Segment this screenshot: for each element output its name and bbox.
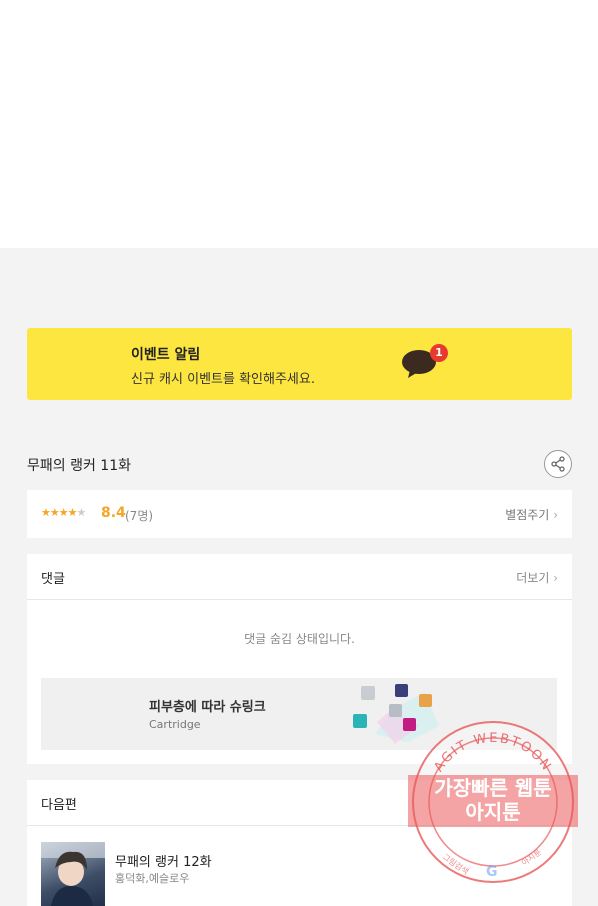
rate-button[interactable]: 별점주기 › [505, 506, 558, 523]
character-illustration [41, 842, 105, 906]
share-button[interactable] [544, 450, 572, 478]
event-description: 신규 캐시 이벤트를 확인해주세요. [131, 372, 315, 387]
cartridge-product-image [353, 684, 439, 744]
comments-title: 댓글 [41, 572, 65, 587]
comments-hidden-message: 댓글 숨김 상태입니다. [244, 632, 355, 646]
rating-score: 8.4 [101, 505, 126, 521]
next-episode-title: 다음편 [41, 798, 77, 813]
notification-badge: 1 [430, 344, 448, 362]
ad-subtitle: Cartridge [149, 718, 201, 731]
stars-filled: ★★★★ [41, 506, 77, 519]
rating-stars: ★★★★★ [41, 506, 86, 519]
share-icon [551, 456, 565, 472]
rating-card: ★★★★★ 8.4 (7명) 별점주기 › [27, 490, 572, 538]
event-title: 이벤트 알림 [131, 347, 201, 363]
ad-title: 피부층에 따라 슈링크 [149, 700, 266, 715]
comments-header: 댓글 더보기 › [27, 554, 572, 600]
comments-more-label: 더보기 [516, 571, 550, 585]
rate-label: 별점주기 [505, 508, 550, 522]
ad-banner[interactable]: 피부층에 따라 슈링크 Cartridge [41, 678, 557, 750]
event-banner[interactable]: 이벤트 알림 신규 캐시 이벤트를 확인해주세요. 1 [27, 328, 572, 400]
episode-title: 무패의 랭커 11화 [27, 458, 131, 474]
next-episode-thumbnail[interactable] [41, 842, 105, 906]
comments-more-button[interactable]: 더보기 › [516, 569, 558, 586]
next-episode-card: 다음편 무패의 랭커 12화 홍덕화,예슬로우 [27, 780, 572, 906]
chevron-right-icon: › [553, 571, 558, 585]
top-blank-area [0, 0, 598, 248]
rating-count: (7명) [125, 509, 154, 523]
next-episode-item-title[interactable]: 무패의 랭커 12화 [115, 851, 212, 870]
comments-card: 댓글 더보기 › 댓글 숨김 상태입니다. 피부층에 따라 슈링크 Cartri… [27, 554, 572, 764]
stars-empty: ★ [76, 506, 86, 519]
next-episode-author: 홍덕화,예슬로우 [115, 872, 190, 885]
chevron-right-icon: › [553, 508, 558, 522]
next-episode-header: 다음편 [27, 780, 572, 826]
